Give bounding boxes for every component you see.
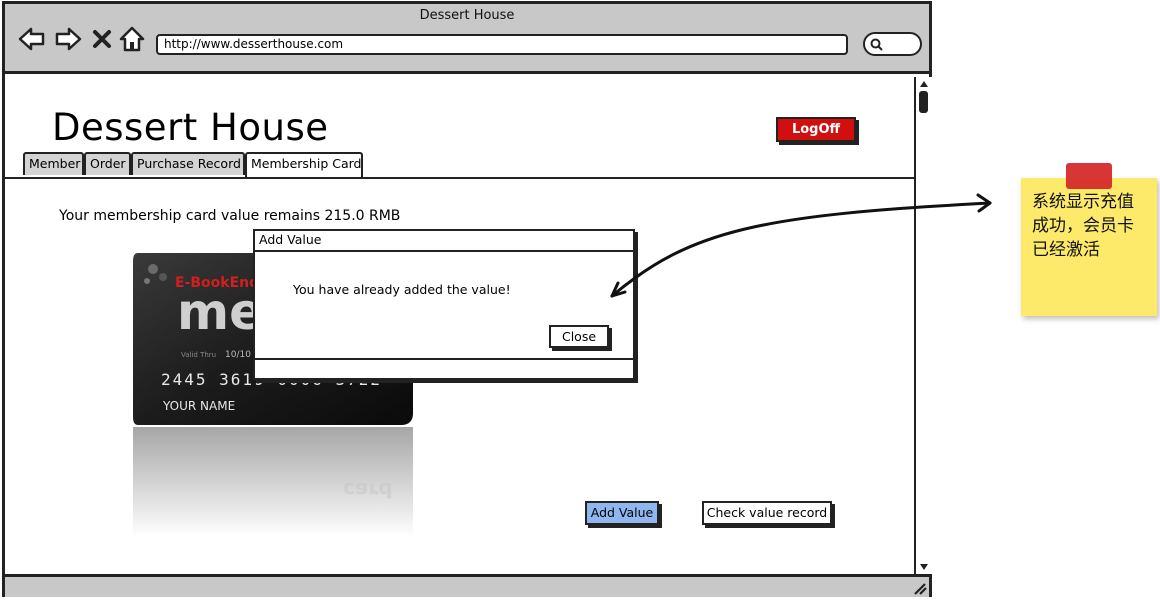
vertical-scrollbar[interactable] [914,77,932,574]
browser-window: Dessert House http://www.desserthouse.co… [2,1,932,597]
tab-underline [5,177,914,179]
tab-purchase-record[interactable]: Purchase Record [131,152,245,175]
card-reflection-text: card [343,478,393,502]
scroll-up-icon[interactable] [918,78,930,90]
card-valid-thru: 10/10 [225,350,251,360]
page-content: Dessert House LogOff Member Order Purcha… [5,77,914,574]
browser-titlebar: Dessert House http://www.desserthouse.co… [5,4,929,74]
status-bar [5,574,929,597]
back-icon[interactable] [17,24,47,54]
card-value-text: Your membership card value remains 215.0… [59,208,401,224]
close-icon[interactable] [91,24,113,54]
tab-membership-card[interactable]: Membership Card [245,152,363,178]
dialog-title: Add Value [255,231,633,252]
add-value-button[interactable]: Add Value [585,501,659,525]
dialog-close-button[interactable]: Close [549,325,609,348]
logoff-button[interactable]: LogOff [776,117,856,142]
check-value-record-button[interactable]: Check value record [702,501,832,525]
browser-search-box[interactable] [863,32,922,56]
dialog-footer-divider [255,358,633,360]
tab-order[interactable]: Order [84,152,131,175]
home-icon[interactable] [117,24,147,54]
add-value-dialog: Add Value You have already added the val… [253,229,635,380]
resize-grip-icon[interactable] [911,581,927,595]
scroll-down-icon[interactable] [918,561,930,573]
card-valid-thru-label: Valid Thru [181,351,216,359]
card-big-text: me [177,283,263,341]
annotation-sticky-note: 系统显示充值成功，会员卡已经激活 [1021,178,1157,316]
address-bar[interactable]: http://www.desserthouse.com [156,34,848,55]
scroll-thumb[interactable] [919,91,928,113]
site-title: Dessert House [52,106,329,149]
sticky-pin-icon [1066,163,1112,189]
search-icon [870,38,883,51]
tab-member[interactable]: Member [23,152,84,175]
window-title: Dessert House [419,8,515,23]
dialog-message: You have already added the value! [293,282,511,297]
forward-icon[interactable] [53,24,83,54]
card-name: YOUR NAME [162,399,235,413]
